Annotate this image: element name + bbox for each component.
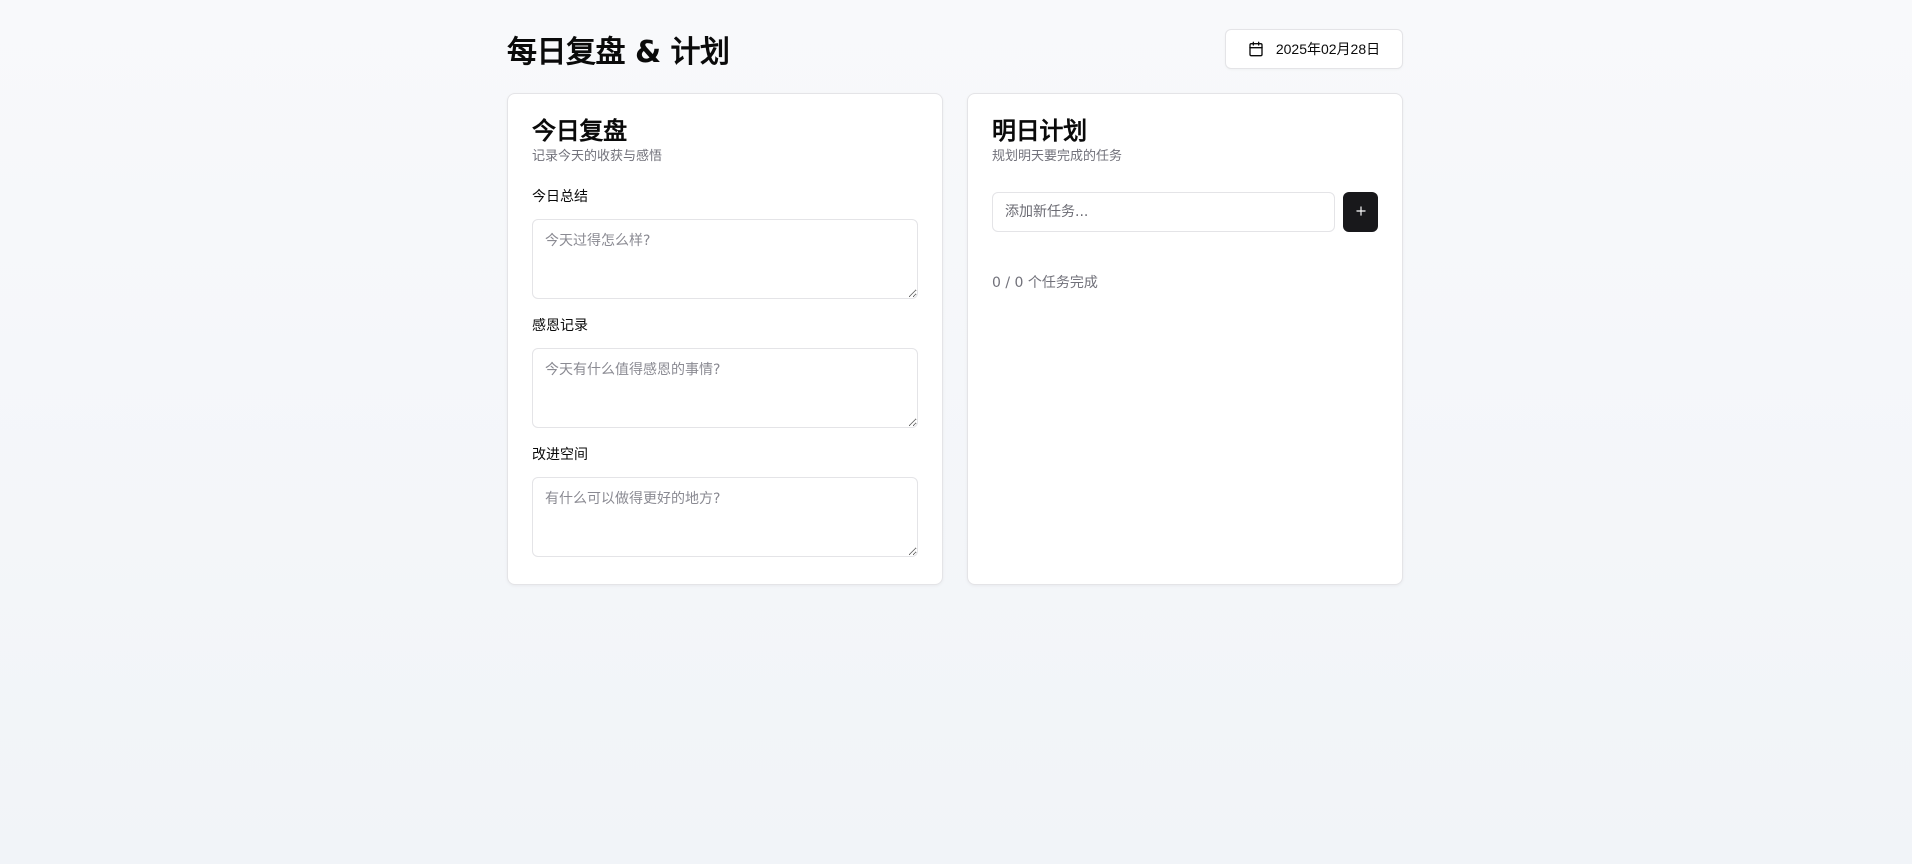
- app-container: 每日复盘 & 计划 2025年02月28日 今日复盘 记录今天的收获与感悟 今日…: [507, 26, 1403, 585]
- page-title: 每日复盘 & 计划: [507, 35, 730, 70]
- gratitude-textarea[interactable]: [532, 348, 918, 428]
- main-grid: 今日复盘 记录今天的收获与感悟 今日总结 感恩记录 改进空间 明日计划 规划明天…: [507, 93, 1403, 585]
- improvement-field: 改进空间: [532, 446, 918, 561]
- date-picker-button[interactable]: 2025年02月28日: [1225, 29, 1403, 69]
- summary-textarea[interactable]: [532, 219, 918, 299]
- new-task-input[interactable]: [992, 192, 1335, 232]
- plan-title: 明日计划: [992, 117, 1087, 145]
- plus-icon: [1354, 204, 1368, 221]
- add-task-button[interactable]: [1343, 192, 1378, 232]
- review-description: 记录今天的收获与感悟: [532, 149, 663, 164]
- improvement-label: 改进空间: [532, 447, 588, 463]
- calendar-icon: [1248, 41, 1264, 57]
- plan-card: 明日计划 规划明天要完成的任务 0 / 0 个任务完成: [967, 93, 1403, 585]
- task-input-row: [992, 192, 1378, 232]
- date-label: 2025年02月28日: [1275, 41, 1381, 57]
- task-progress-text: 0 / 0 个任务完成: [992, 275, 1098, 291]
- gratitude-label: 感恩记录: [532, 318, 588, 334]
- gratitude-field: 感恩记录: [532, 317, 918, 432]
- review-card: 今日复盘 记录今天的收获与感悟 今日总结 感恩记录 改进空间: [507, 93, 943, 585]
- summary-label: 今日总结: [532, 189, 588, 205]
- improvement-textarea[interactable]: [532, 477, 918, 557]
- review-title: 今日复盘: [532, 117, 627, 145]
- summary-field: 今日总结: [532, 188, 918, 303]
- plan-description: 规划明天要完成的任务: [992, 149, 1123, 164]
- header: 每日复盘 & 计划 2025年02月28日: [507, 26, 1403, 72]
